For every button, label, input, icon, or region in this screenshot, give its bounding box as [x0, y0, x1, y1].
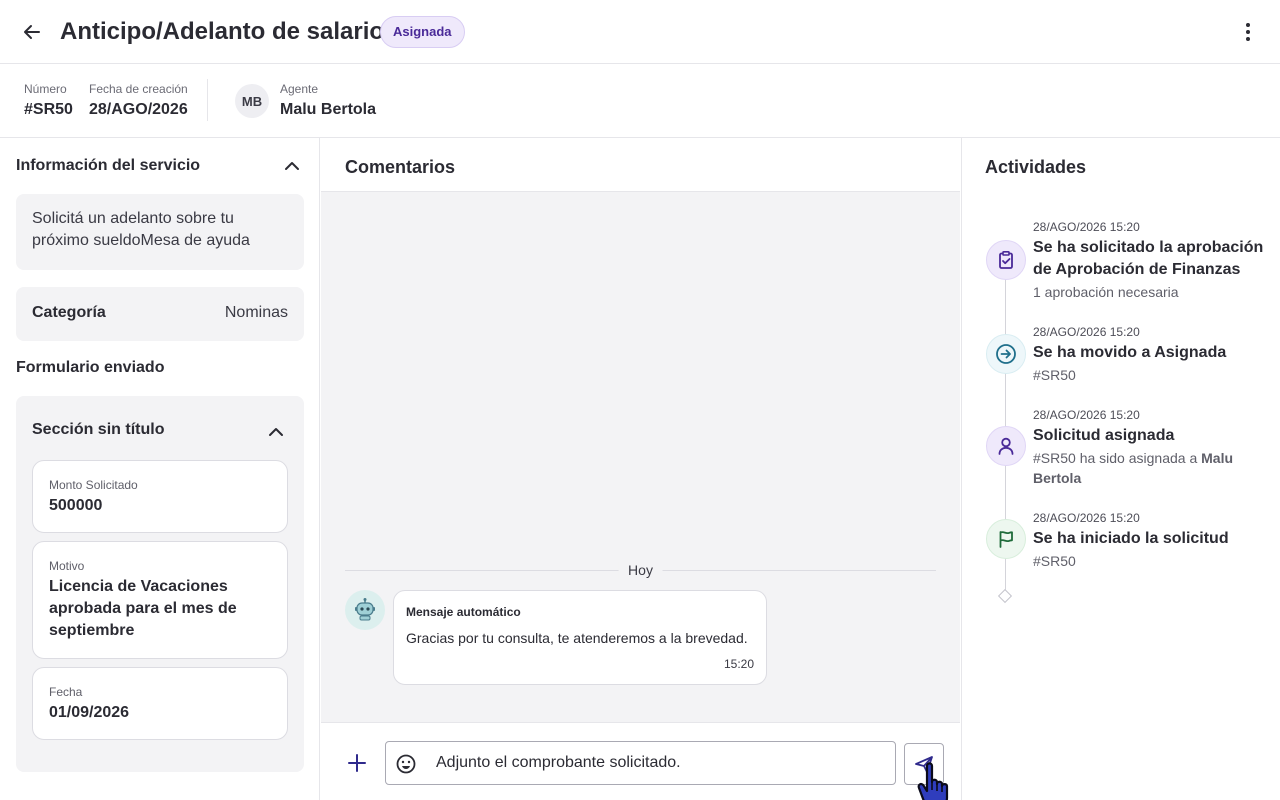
activity-time: 28/AGO/2026 15:20 [1033, 511, 1140, 525]
field-value: 01/09/2026 [49, 704, 130, 721]
activity-title: Se ha solicitado la aprobación de Aproba… [1033, 239, 1264, 278]
back-button[interactable] [18, 18, 46, 46]
chevron-up-icon [269, 428, 283, 436]
form-section: Sección sin título Monto Solicitado 5000… [16, 396, 304, 772]
activity-item: 28/AGO/2026 15:20 Se ha movido a Asignad… [1033, 325, 1273, 385]
ticket-number-label: Número [24, 82, 67, 96]
activity-detail: #SR50 ha sido asignada a Malu Bertola [1033, 448, 1273, 488]
message-input-wrapper [385, 741, 896, 785]
activity-time: 28/AGO/2026 15:20 [1033, 220, 1140, 234]
activity-item: 28/AGO/2026 15:20 Se ha iniciado la soli… [1033, 511, 1273, 571]
category-value: Nominas [224, 304, 288, 321]
user-icon [998, 437, 1014, 455]
comments-panel: Comentarios Hoy Mensaje automático Graci… [321, 138, 960, 800]
clipboard-check-icon [999, 250, 1013, 269]
activity-detail: #SR50 [1033, 367, 1076, 383]
field-label: Monto Solicitado [49, 478, 138, 492]
comments-title: Comentarios [345, 157, 456, 177]
field-label: Motivo [49, 559, 85, 573]
chat-area[interactable]: Hoy Mensaje automático Gracias por tu co… [321, 192, 960, 722]
category-row: Categoría Nominas [16, 287, 304, 341]
message-text: Gracias por tu consulta, te atenderemos … [406, 630, 748, 646]
day-separator: Hoy [345, 562, 936, 578]
form-field-reason: Motivo Licencia de Vacaciones aprobada p… [32, 541, 288, 659]
category-label: Categoría [32, 304, 106, 321]
activity-item: 28/AGO/2026 15:20 Solicitud asignada #SR… [1033, 408, 1273, 488]
service-info-panel: Información del servicio Solicitá un ade… [0, 138, 320, 800]
assign-activity-icon [986, 426, 1026, 466]
activity-detail: 1 aprobación necesaria [1033, 284, 1179, 300]
agent-avatar: MB [235, 84, 269, 118]
activity-title: Se ha movido a Asignada [1033, 344, 1227, 361]
more-options-button[interactable] [1234, 18, 1262, 46]
start-activity-icon [986, 519, 1026, 559]
service-info-title: Información del servicio [16, 157, 201, 174]
message-bubble: Mensaje automático Gracias por tu consul… [393, 590, 767, 685]
plus-icon [348, 754, 366, 772]
pointer-hand-icon [905, 758, 969, 800]
agent-label: Agente [280, 82, 319, 96]
add-attachment-button[interactable] [345, 751, 369, 775]
robot-icon [355, 598, 375, 621]
activities-panel: Actividades 28/AGO/2026 15:20 Se ha soli… [961, 138, 1280, 800]
form-field-date: Fecha 01/09/2026 [32, 667, 288, 740]
ticket-number: Número #SR50 [24, 82, 73, 120]
arrow-left-icon [24, 25, 40, 39]
form-field-amount: Monto Solicitado 500000 [32, 460, 288, 533]
message-input[interactable] [436, 742, 886, 784]
page-header: Anticipo/Adelanto de salario Asignada [0, 0, 1280, 64]
agent-name: Malu Bertola [280, 101, 377, 118]
move-activity-icon [986, 334, 1026, 374]
ticket-number-value: #SR50 [24, 101, 73, 118]
emoji-button[interactable] [395, 753, 417, 775]
day-separator-label: Hoy [618, 562, 663, 578]
ticket-meta-bar: Número #SR50 Fecha de creación 28/AGO/20… [0, 64, 1280, 138]
agent-info: Agente Malu Bertola [280, 82, 376, 120]
creation-date-label: Fecha de creación [89, 82, 188, 96]
arrow-right-circle-icon [996, 344, 1016, 364]
form-section-title: Sección sin título [32, 421, 165, 438]
activity-title: Se ha iniciado la solicitud [1033, 530, 1229, 547]
service-info-collapse-button[interactable] [280, 154, 304, 178]
activity-item: 28/AGO/2026 15:20 Se ha solicitado la ap… [1033, 220, 1273, 302]
status-badge: Asignada [380, 16, 465, 48]
field-value: 500000 [49, 497, 103, 514]
activity-detail-prefix: #SR50 ha sido asignada a [1033, 450, 1202, 466]
more-vertical-icon [1246, 23, 1250, 41]
comments-header: Comentarios [321, 138, 960, 192]
meta-divider [207, 79, 208, 121]
chevron-up-icon [285, 162, 299, 170]
service-description: Solicitá un adelanto sobre tu próximo su… [16, 194, 304, 270]
activity-time: 28/AGO/2026 15:20 [1033, 408, 1140, 422]
field-value: Licencia de Vacaciones aprobada para el … [49, 578, 237, 639]
timeline-end-marker [997, 588, 1013, 604]
creation-date-value: 28/AGO/2026 [89, 101, 188, 118]
comment-composer [321, 722, 960, 800]
activity-detail: #SR50 [1033, 553, 1076, 569]
emoji-icon [396, 754, 416, 774]
message-sender: Mensaje automático [406, 605, 521, 619]
message-time: 15:20 [723, 657, 754, 671]
creation-date: Fecha de creación 28/AGO/2026 [89, 82, 188, 120]
flag-icon [999, 531, 1013, 548]
activity-title: Solicitud asignada [1033, 427, 1175, 444]
field-label: Fecha [49, 685, 83, 699]
activity-time: 28/AGO/2026 15:20 [1033, 325, 1140, 339]
bot-avatar [345, 590, 385, 630]
page-title: Anticipo/Adelanto de salario [60, 18, 385, 45]
approval-activity-icon [986, 240, 1026, 280]
form-section-collapse-button[interactable] [264, 420, 288, 444]
submitted-form-title: Formulario enviado [16, 359, 165, 376]
activities-title: Actividades [985, 157, 1087, 177]
